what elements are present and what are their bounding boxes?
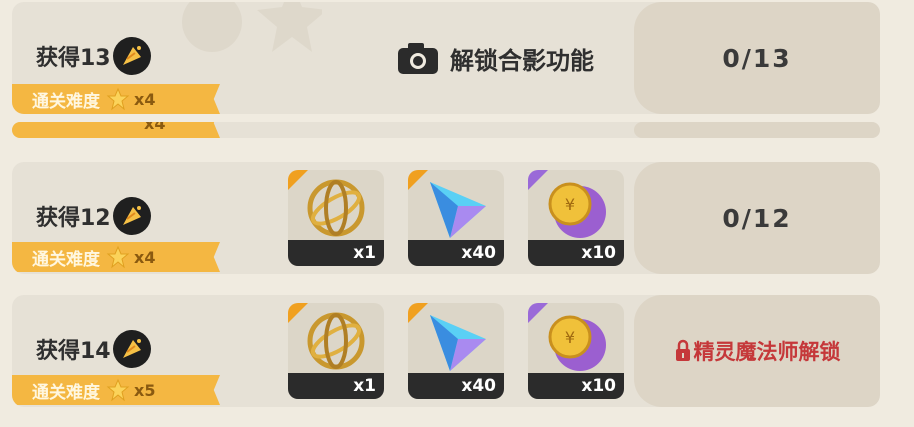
progress-count: 0/13 [722, 43, 792, 73]
progress-count: 0/12 [722, 203, 792, 233]
blue-crystal-icon [430, 315, 486, 371]
reward-item-armillary[interactable]: x1 [288, 170, 384, 266]
armillary-sphere-icon [307, 179, 365, 237]
reward-row-12: 获得12 通关难度 x4 x1 x40 ¥ x10 0/12 [12, 162, 880, 274]
blue-crystal-icon [430, 182, 486, 238]
reward-row-14: 获得14 通关难度 x5 x1 x40 ¥ x10 精灵魔法师解锁 [12, 295, 880, 407]
lock-icon [675, 339, 690, 361]
star-icon [106, 87, 130, 111]
reward-item-armillary[interactable]: x1 [288, 303, 384, 399]
row-title: 获得14 [36, 330, 151, 368]
difficulty-ribbon: 通关难度 x4 [12, 242, 220, 272]
progress-panel: 0/13 [634, 2, 880, 114]
photo-unlock-reward: 解锁合影功能 [396, 40, 594, 76]
party-popper-icon [112, 197, 151, 235]
lock-panel: 精灵魔法师解锁 [634, 295, 880, 407]
difficulty-ribbon: x4 [12, 122, 220, 138]
camera-icon [398, 43, 438, 74]
reward-item-crystal[interactable]: x40 [408, 170, 504, 266]
background-decoration [182, 2, 322, 52]
reward-item-crystal[interactable]: x40 [408, 303, 504, 399]
difficulty-ribbon: 通关难度 x4 [12, 84, 220, 114]
party-popper-icon [112, 330, 151, 368]
reward-item-coin[interactable]: ¥ x10 [528, 303, 624, 399]
row-title: 获得13 [36, 37, 151, 75]
star-icon [106, 245, 130, 269]
difficulty-ribbon: 通关难度 x5 [12, 375, 220, 405]
armillary-sphere-icon [307, 312, 365, 370]
progress-panel: 0/12 [634, 162, 880, 274]
gold-purple-coin-icon: ¥ [548, 315, 606, 371]
reward-row-13: 获得13 通关难度 x4 解锁合影功能 0/13 [12, 2, 880, 114]
star-icon [106, 378, 130, 402]
reward-item-coin[interactable]: ¥ x10 [528, 170, 624, 266]
partial-row: x4 [12, 122, 880, 138]
party-popper-icon [112, 37, 151, 75]
row-title: 获得12 [36, 197, 151, 235]
lock-message: 精灵魔法师解锁 [674, 336, 841, 366]
svg-text:¥: ¥ [565, 328, 575, 347]
svg-text:¥: ¥ [565, 195, 575, 214]
gold-purple-coin-icon: ¥ [548, 182, 606, 238]
